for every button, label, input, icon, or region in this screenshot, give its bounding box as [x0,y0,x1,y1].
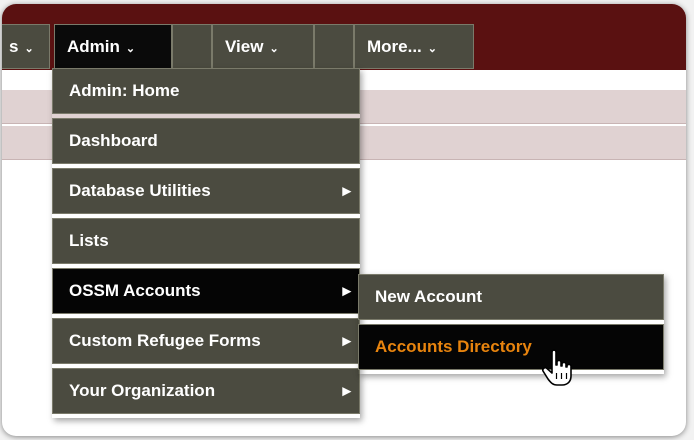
nav-tab-label: s [9,36,19,56]
nav-tab-partial[interactable]: s ⌄ [2,24,50,69]
menu-item-database-utilities[interactable]: Database Utilities ▶ [52,168,360,214]
menu-item-label: Admin: Home [69,81,180,100]
menu-item-label: Lists [69,231,109,250]
submenu-item-label: Accounts Directory [375,337,532,356]
ossm-accounts-submenu: New Account Accounts Directory [358,274,664,374]
nav-tab-view[interactable]: View ⌄ [212,24,314,69]
nav-tab-admin[interactable]: Admin ⌄ [54,24,172,69]
submenu-arrow-icon: ▶ [342,185,351,198]
menu-item-label: Dashboard [69,131,158,150]
menu-item-dashboard[interactable]: Dashboard [52,118,360,164]
chevron-down-icon: ⌄ [24,43,34,55]
menu-item-custom-refugee-forms[interactable]: Custom Refugee Forms ▶ [52,318,360,364]
menu-item-label: OSSM Accounts [69,281,201,300]
submenu-arrow-icon: ▶ [342,335,351,348]
submenu-item-label: New Account [375,287,483,306]
nav-tab-label: More... [367,36,422,56]
menu-item-admin-home[interactable]: Admin: Home [52,68,360,114]
nav-tab-label: Admin [67,36,120,56]
nav-tab-more[interactable]: More... ⌄ [354,24,474,69]
nav-tab-spacer [172,24,212,69]
submenu-item-accounts-directory[interactable]: Accounts Directory [358,324,664,370]
menu-item-label: Database Utilities [69,181,211,200]
top-nav-bar: s ⌄ Admin ⌄ View ⌄ More... ⌄ [2,4,686,70]
chevron-down-icon: ⌄ [125,43,136,55]
chevron-down-icon: ⌄ [427,43,438,55]
hand-pointer-icon [542,349,572,386]
menu-item-label: Your Organization [69,381,216,400]
chevron-down-icon: ⌄ [269,43,279,55]
admin-dropdown-menu: Admin: Home Dashboard Database Utilities… [52,68,360,418]
submenu-item-new-account[interactable]: New Account [358,274,664,320]
nav-tab-label: View [225,36,264,56]
menu-item-ossm-accounts[interactable]: OSSM Accounts ▶ [52,268,360,314]
menu-item-lists[interactable]: Lists [52,218,360,264]
menu-item-label: Custom Refugee Forms [69,331,261,350]
nav-tab-spacer [314,24,354,69]
menu-item-your-organization[interactable]: Your Organization ▶ [52,368,360,414]
submenu-arrow-icon: ▶ [342,385,351,398]
submenu-arrow-icon: ▶ [342,285,351,298]
